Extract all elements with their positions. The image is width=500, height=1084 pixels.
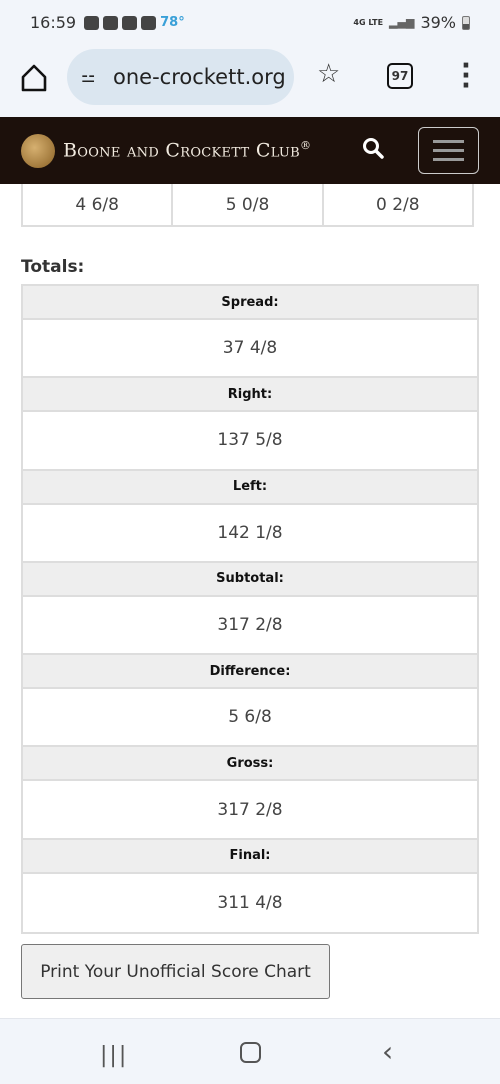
home-button-icon[interactable]: [240, 1042, 261, 1063]
home-icon[interactable]: [20, 63, 48, 93]
left-label: Left:: [23, 470, 477, 505]
ebay-icon: [122, 15, 138, 30]
battery-icon: [462, 15, 470, 30]
recent-apps-icon[interactable]: |||: [100, 1043, 128, 1068]
difference-label: Difference:: [23, 655, 477, 690]
browser-toolbar: ⚍ one-crockett.org ☆ 97 · · ·: [0, 45, 500, 117]
measurement-cell: 0 2/8: [323, 184, 474, 227]
battery-level: 39%: [420, 13, 456, 32]
left-value: 142 1/8: [23, 505, 477, 563]
back-icon[interactable]: ‹: [382, 1035, 393, 1068]
final-value: 311 4/8: [217, 892, 283, 913]
spread-value: 37 4/8: [23, 320, 477, 379]
clock: 16:59: [30, 13, 77, 32]
url-text: one-crockett.org: [113, 65, 286, 89]
voicemail-icon: [103, 15, 119, 30]
measurement-cell: 5 0/8: [173, 184, 324, 227]
subtotal-value: 317 2/8: [23, 597, 477, 656]
notification-icon: [84, 15, 100, 30]
image-icon: [141, 15, 157, 30]
spread-label: Spread:: [23, 286, 477, 320]
hamburger-menu-button[interactable]: [418, 127, 479, 174]
totals-heading: Totals:: [21, 257, 85, 277]
registered-mark: ®: [300, 139, 312, 152]
status-bar: 16:59 78° 4G LTE ▂▄▆ 39%: [0, 0, 500, 45]
measurement-row: 4 6/8 5 0/8 0 2/8: [21, 184, 474, 227]
print-score-chart-button[interactable]: Print Your Unofficial Score Chart: [21, 944, 330, 999]
brand-text: Boone and Crockett Club: [63, 139, 301, 162]
search-icon[interactable]: [362, 137, 384, 159]
club-logo[interactable]: [21, 134, 55, 168]
measurement-cell: 4 6/8: [21, 184, 174, 227]
tab-switcher-button[interactable]: 97: [387, 63, 413, 89]
signal-icon: ▂▄▆: [389, 16, 415, 29]
address-bar[interactable]: ⚍ one-crockett.org: [67, 49, 294, 105]
temperature: 78°: [160, 15, 185, 30]
totals-table: Spread: 37 4/8 Right: 137 5/8 Left: 142 …: [21, 284, 479, 935]
subtotal-label: Subtotal:: [23, 562, 477, 597]
more-menu-icon[interactable]: · · ·: [458, 53, 474, 99]
gross-label: Gross:: [23, 747, 477, 782]
site-brand[interactable]: Boone and Crockett Club®: [63, 139, 311, 161]
gross-value: 317 2/8: [23, 781, 477, 840]
bookmark-star-icon[interactable]: ☆: [317, 59, 340, 89]
site-header: Boone and Crockett Club®: [0, 117, 500, 184]
site-settings-icon[interactable]: ⚍: [81, 67, 95, 86]
network-icon: 4G LTE: [353, 18, 384, 27]
right-value: 137 5/8: [23, 412, 477, 471]
difference-value: 5 6/8: [23, 689, 477, 748]
final-label: Final:: [23, 839, 477, 874]
right-label: Right:: [23, 378, 477, 413]
system-nav-bar: ||| ‹: [0, 1018, 500, 1084]
